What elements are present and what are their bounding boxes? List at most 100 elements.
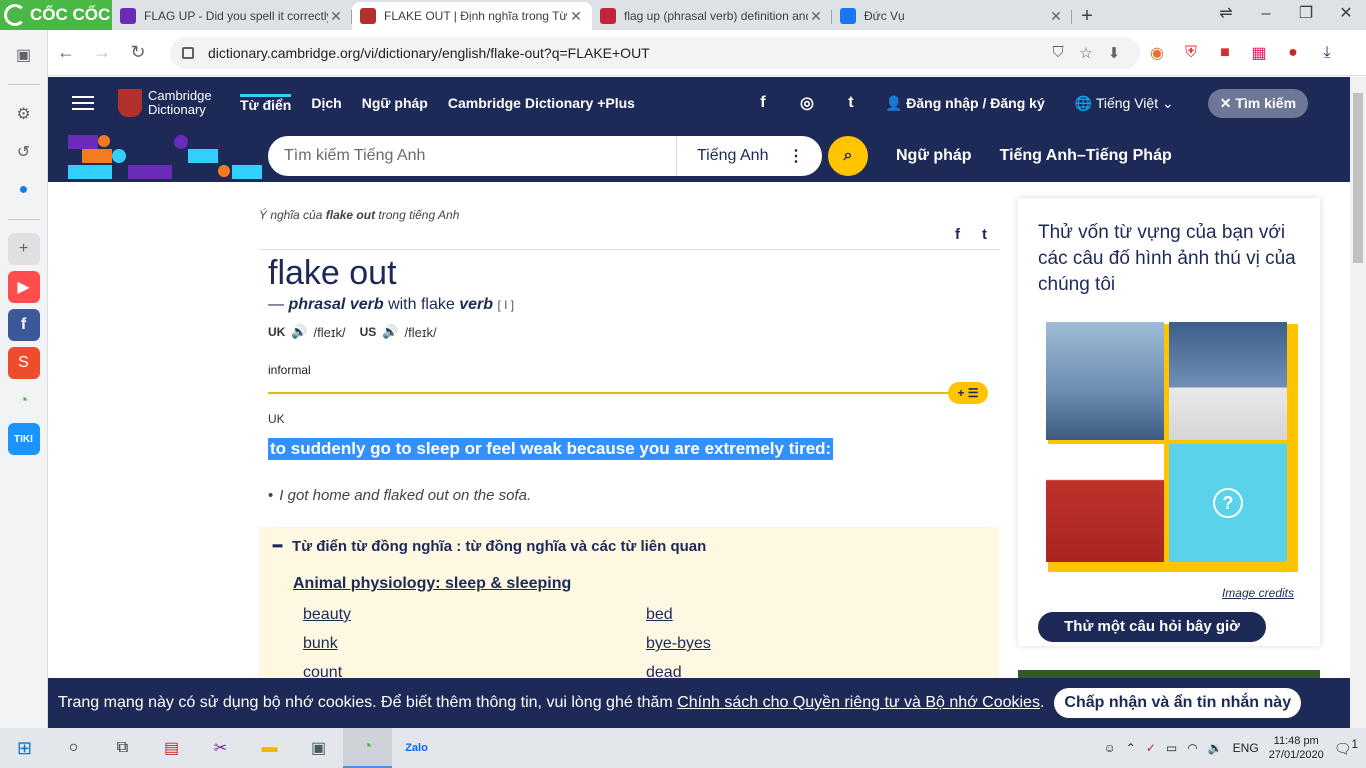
cambridge-logo[interactable]: Cambridge Dictionary [118, 89, 226, 117]
cookie-policy-link[interactable]: Chính sách cho Quyền riêng tư và Bộ nhớ … [677, 694, 1040, 712]
profile-avatar[interactable]: ● [1276, 44, 1310, 62]
collapse-icon[interactable]: ━ [273, 538, 282, 555]
tab-flag-up-spell[interactable]: FLAG UP - Did you spell it correctly ✕ [112, 2, 352, 30]
reload-button[interactable]: ↻ [120, 42, 156, 63]
nav-dictionary[interactable]: Từ điển [240, 93, 292, 113]
add-to-wordlist-button[interactable]: + ☰ [948, 382, 988, 404]
youtube-icon[interactable]: ▶ [7, 271, 40, 303]
facebook-icon[interactable]: f [7, 309, 40, 341]
synonym-link[interactable]: bed [646, 606, 673, 624]
history-icon[interactable]: ↺ [8, 136, 40, 168]
sidebar-panel-icon[interactable]: ▣ [8, 39, 40, 71]
close-tab-icon[interactable]: ✕ [328, 8, 344, 25]
back-button[interactable]: ← [48, 42, 84, 63]
input-language[interactable]: ENG [1233, 741, 1259, 755]
tab-search-icon[interactable]: ⇌ [1206, 0, 1246, 30]
extension-coccoc-icon[interactable]: ◉ [1140, 43, 1174, 63]
search-input[interactable]: Tìm kiếm Tiếng Anh [284, 147, 676, 165]
thesaurus-topic-link[interactable]: Animal physiology: sleep & sleeping [293, 575, 571, 593]
dictionary-dropdown[interactable]: Tiếng Anh ⋮ [676, 135, 822, 176]
search-link-en-fr[interactable]: Tiếng Anh–Tiếng Pháp [1000, 147, 1172, 165]
header-search-button[interactable]: ✕ Tìm kiếm [1207, 88, 1309, 118]
close-tab-icon[interactable]: ✕ [808, 8, 824, 25]
restore-button[interactable]: ❐ [1286, 0, 1326, 30]
quiz-image-windmill[interactable] [1169, 322, 1287, 440]
address-bar[interactable]: dictionary.cambridge.org/vi/dictionary/e… [170, 36, 1140, 69]
close-tab-icon[interactable]: ✕ [1048, 8, 1064, 25]
volume-icon[interactable]: 🔉 [1208, 741, 1223, 755]
synonym-link[interactable]: beauty [303, 606, 351, 624]
advertisement[interactable] [1018, 670, 1320, 678]
synonym-link[interactable]: count [303, 664, 342, 678]
pos-label[interactable]: phrasal verb [288, 296, 383, 313]
tab-flag-up-definition[interactable]: flag up (phrasal verb) definition and ✕ [592, 2, 832, 30]
thesaurus-heading[interactable]: ━ Từ điển từ đồng nghĩa : từ đồng nghĩa v… [273, 537, 706, 555]
minimize-button[interactable]: – [1246, 0, 1286, 30]
shopee-icon[interactable]: S [7, 347, 40, 379]
notification-icon[interactable]: 🗨1 [1334, 738, 1358, 758]
coccoc-taskbar-icon[interactable]: ◔ [343, 728, 392, 768]
download-page-icon[interactable]: ⬇ [1100, 44, 1128, 62]
extension-red-icon[interactable]: ■ [1208, 44, 1242, 62]
windows-start-icon[interactable]: ⊞ [0, 728, 49, 768]
url-text[interactable]: dictionary.cambridge.org/vi/dictionary/e… [208, 45, 1044, 61]
nav-translate[interactable]: Dịch [311, 95, 341, 111]
synonym-link[interactable]: bunk [303, 635, 338, 653]
forward-button[interactable]: → [84, 42, 120, 63]
us-audio-icon[interactable]: 🔊 [382, 324, 398, 340]
try-quiz-button[interactable]: Thử một câu hỏi bây giờ [1038, 612, 1266, 642]
grammar-code[interactable]: [ I ] [497, 298, 514, 312]
messenger-icon[interactable]: ● [8, 174, 40, 206]
lock-icon[interactable] [182, 46, 194, 59]
tray-chevron-icon[interactable]: ⌃ [1126, 741, 1136, 755]
coccoc-brand[interactable]: CỐC CỐC [0, 0, 112, 30]
close-tab-icon[interactable]: ✕ [568, 8, 584, 25]
image-credits-link[interactable]: Image credits [1222, 586, 1294, 600]
login-link[interactable]: 👤 Đăng nhập / Đăng ký [885, 95, 1045, 112]
synonym-link[interactable]: bye-byes [646, 635, 711, 653]
add-sidebar-item-icon[interactable]: + [7, 233, 40, 265]
bookmark-star-icon[interactable]: ☆ [1072, 44, 1100, 62]
antivirus-icon[interactable]: ✓ [1146, 741, 1156, 755]
search-box[interactable]: Tìm kiếm Tiếng Anh Tiếng Anh ⋮ [268, 135, 822, 176]
scrollbar-thumb[interactable] [1353, 93, 1363, 263]
search-submit-button[interactable]: ⌕ [828, 135, 868, 176]
extension-shield-icon[interactable]: ⛨ [1174, 44, 1208, 62]
tab-flake-out[interactable]: FLAKE OUT | Định nghĩa trong Từ điển ✕ [352, 2, 592, 30]
nav-plus[interactable]: Cambridge Dictionary +Plus [448, 95, 635, 111]
wifi-icon[interactable]: ◠ [1187, 741, 1197, 755]
extension-color-grid-icon[interactable]: ▦ [1242, 43, 1276, 63]
search-link-grammar[interactable]: Ngữ pháp [896, 147, 972, 165]
page-scrollbar[interactable] [1350, 77, 1366, 728]
task-view-icon[interactable]: ⧉ [98, 728, 147, 768]
zalo-icon[interactable]: Zalo [392, 728, 441, 768]
people-icon[interactable]: ☺ [1103, 741, 1115, 755]
app-paint-icon[interactable]: ▤ [147, 728, 196, 768]
app-tool-icon[interactable]: ▣ [294, 728, 343, 768]
pos-verb[interactable]: verb [459, 296, 493, 313]
tab-facebook[interactable]: Đức Vụ ✕ [832, 2, 1072, 30]
search-circle-icon[interactable]: ○ [49, 728, 98, 768]
share-facebook-icon[interactable]: f [955, 226, 960, 243]
facebook-icon[interactable]: f [741, 94, 785, 112]
clock[interactable]: 11:48 pm 27/01/2020 [1269, 734, 1324, 762]
settings-gear-icon[interactable]: ⚙ [8, 98, 40, 130]
app-snipping-icon[interactable]: ✂ [196, 728, 245, 768]
shield-icon[interactable]: ⛉ [1044, 44, 1072, 61]
quiz-image-skyscrapers[interactable] [1046, 322, 1164, 440]
uk-audio-icon[interactable]: 🔊 [291, 324, 307, 340]
accept-cookies-button[interactable]: Chấp nhận và ẩn tin nhắn này [1054, 688, 1302, 718]
file-explorer-icon[interactable]: ▬ [245, 728, 294, 768]
instagram-icon[interactable]: ◎ [785, 93, 829, 113]
nav-grammar[interactable]: Ngữ pháp [362, 95, 428, 111]
battery-icon[interactable]: ▭ [1166, 741, 1177, 755]
twitter-icon[interactable]: t [829, 94, 873, 112]
tiki-icon[interactable]: TIKI [7, 423, 40, 455]
share-twitter-icon[interactable]: t [982, 226, 987, 243]
downloads-icon[interactable]: ⤓ [1310, 44, 1344, 62]
language-selector[interactable]: 🌐 Tiếng Việt ⌄ [1075, 95, 1174, 112]
synonym-link[interactable]: dead [646, 664, 682, 678]
quiz-image-barn[interactable] [1046, 444, 1164, 562]
close-window-button[interactable]: ✕ [1326, 0, 1366, 30]
quiz-image-unknown[interactable]: ? [1169, 444, 1287, 562]
